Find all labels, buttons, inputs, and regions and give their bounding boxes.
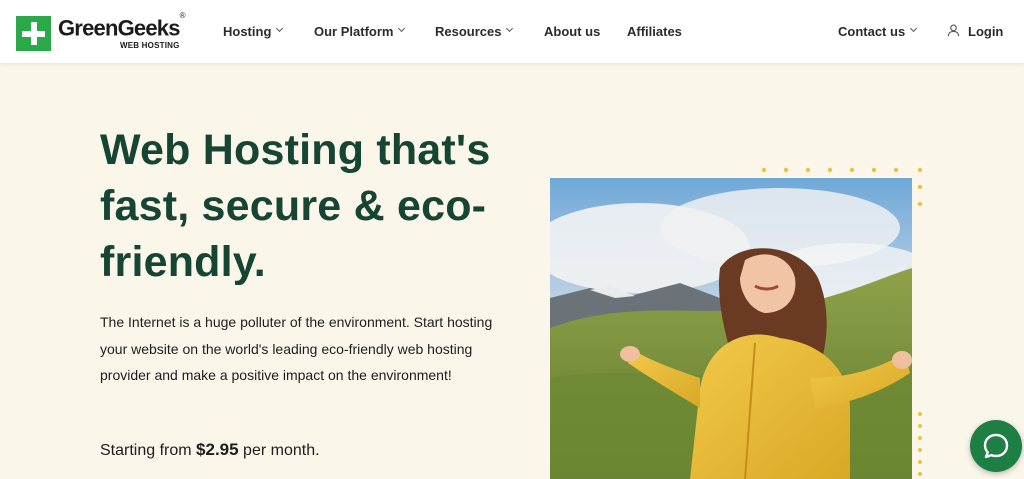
nav-about-us[interactable]: About us (544, 24, 600, 39)
nav-contact-us-label: Contact us (838, 24, 906, 39)
nav-resources[interactable]: Resources (435, 24, 514, 39)
hero-title: Web Hosting that's fast, secure & eco-fr… (100, 126, 491, 286)
woman-in-nature-illustration (550, 178, 912, 479)
nav-hosting-label: Hosting (223, 24, 272, 39)
nav-resources-label: Resources (435, 24, 502, 39)
brand-wordmark: GreenGeeks® WEB HOSTING (58, 11, 186, 50)
login-link[interactable]: Login (947, 24, 1003, 39)
nav-contact-us[interactable]: Contact us (838, 24, 918, 39)
price-prefix: Starting from (100, 442, 192, 459)
chevron-down-icon (398, 24, 406, 33)
nav-our-platform[interactable]: Our Platform (314, 24, 406, 39)
chevron-down-icon (506, 24, 514, 33)
pricing-line: Starting from $2.95 per month. (100, 440, 320, 460)
nav-affiliates[interactable]: Affiliates (627, 24, 682, 39)
hero-description: The Internet is a huge polluter of the e… (100, 314, 493, 383)
plus-logo-icon (16, 15, 51, 51)
chevron-down-icon (276, 24, 284, 33)
user-icon (947, 24, 960, 37)
brand-trademark: ® (179, 11, 186, 21)
nav-affiliates-label: Affiliates (627, 24, 682, 39)
nav-hosting[interactable]: Hosting (223, 24, 284, 39)
hero-photo (550, 178, 912, 479)
brand-logo[interactable]: GreenGeeks® WEB HOSTING (16, 11, 186, 51)
brand-tagline: WEB HOSTING (120, 40, 180, 50)
brand-name: GreenGeeks (58, 15, 180, 41)
login-label: Login (968, 24, 1004, 39)
chevron-down-icon (910, 24, 918, 33)
live-chat-button[interactable] (970, 420, 1022, 472)
price-value: $2.95 (196, 440, 239, 459)
price-suffix: per month. (243, 442, 320, 459)
nav-our-platform-label: Our Platform (314, 24, 394, 39)
site-header: GreenGeeks® WEB HOSTING Hosting Our Plat… (0, 0, 1024, 64)
nav-about-us-label: About us (544, 24, 601, 39)
chat-icon (983, 433, 1009, 459)
